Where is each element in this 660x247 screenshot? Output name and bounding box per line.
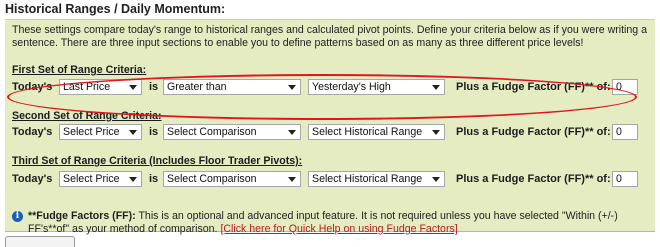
section-3-row: Today's Select Price is Select Compariso…: [12, 171, 652, 189]
section-2-price-select[interactable]: Select Price: [59, 124, 142, 140]
chevron-down-icon: [129, 85, 137, 90]
chevron-down-icon: [288, 130, 296, 135]
section-2-price-value: Select Price: [63, 126, 120, 138]
section-2-fudge-input[interactable]: 0: [612, 124, 638, 140]
section-1-historical-select[interactable]: Yesterday's High: [308, 79, 445, 95]
section-1-price-select[interactable]: Last Price: [59, 79, 142, 95]
section-2-historical-select[interactable]: Select Historical Range: [308, 124, 445, 140]
fudge-factor-label: Plus a Fudge Factor (FF)** of:: [456, 126, 611, 138]
chevron-down-icon: [288, 85, 296, 90]
note-heading: **Fudge Factors (FF):: [28, 210, 136, 222]
section-3-price-select[interactable]: Select Price: [59, 171, 142, 187]
section-3-price-value: Select Price: [63, 173, 120, 185]
page-title: Historical Ranges / Daily Momentum:: [5, 2, 226, 16]
section-3-fudge-input[interactable]: 0: [612, 171, 638, 187]
fudge-factor-note: i **Fudge Factors (FF): This is an optio…: [12, 210, 644, 236]
info-icon: i: [12, 211, 23, 222]
section-3-comparison-value: Select Comparison: [167, 173, 257, 185]
todays-label: Today's: [12, 126, 53, 138]
section-1-heading: First Set of Range Criteria:: [12, 64, 147, 76]
section-1-price-value: Last Price: [63, 81, 111, 93]
section-2-historical-value: Select Historical Range: [312, 126, 423, 138]
chevron-down-icon: [432, 85, 440, 90]
section-1-row: Today's Last Price is Greater than Yeste…: [12, 79, 652, 97]
is-label: is: [149, 126, 159, 138]
is-label: is: [149, 173, 159, 185]
fudge-factor-label: Plus a Fudge Factor (FF)** of:: [456, 81, 611, 93]
todays-label: Today's: [12, 173, 53, 185]
section-3-heading: Third Set of Range Criteria (Includes Fl…: [12, 155, 303, 167]
chevron-down-icon: [129, 177, 137, 182]
section-3-historical-select[interactable]: Select Historical Range: [308, 171, 445, 187]
chevron-down-icon: [288, 177, 296, 182]
section-1-fudge-input[interactable]: 0: [612, 79, 638, 95]
criteria-panel: These settings compare today's range to …: [5, 19, 655, 235]
section-2-row: Today's Select Price is Select Compariso…: [12, 124, 652, 142]
chevron-down-icon: [432, 130, 440, 135]
section-2-comparison-select[interactable]: Select Comparison: [163, 124, 301, 140]
chevron-down-icon: [129, 130, 137, 135]
chevron-down-icon: [432, 177, 440, 182]
todays-label: Today's: [12, 81, 53, 93]
fudge-factor-help-link[interactable]: [Click here for Quick Help on using Fudg…: [220, 223, 457, 235]
section-1-historical-value: Yesterday's High: [312, 81, 391, 93]
section-2-comparison-value: Select Comparison: [167, 126, 257, 138]
intro-text: These settings compare today's range to …: [12, 24, 648, 49]
section-3-historical-value: Select Historical Range: [312, 173, 423, 185]
section-2-heading: Second Set of Range Criteria:: [12, 110, 162, 122]
section-3-comparison-select[interactable]: Select Comparison: [163, 171, 301, 187]
fudge-factor-label: Plus a Fudge Factor (FF)** of:: [456, 173, 611, 185]
is-label: is: [149, 81, 159, 93]
section-1-comparison-select[interactable]: Greater than: [163, 79, 301, 95]
section-1-comparison-value: Greater than: [167, 81, 227, 93]
